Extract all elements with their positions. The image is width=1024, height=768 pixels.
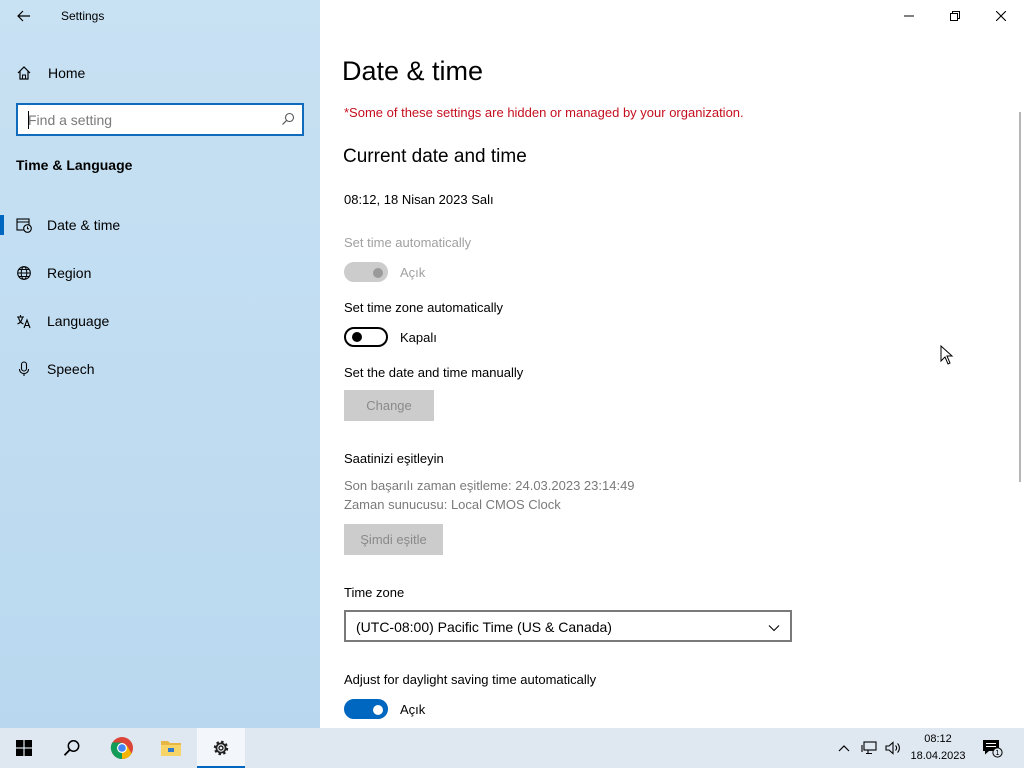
- minimize-icon: [904, 15, 914, 17]
- settings-taskbar-button[interactable]: [197, 728, 245, 768]
- sidebar-item-label: Date & time: [47, 217, 121, 233]
- chevron-down-icon: [768, 620, 780, 638]
- start-button[interactable]: [0, 728, 48, 768]
- last-sync-text: Son başarılı zaman eşitleme: 24.03.2023 …: [344, 478, 635, 493]
- back-button[interactable]: [8, 4, 40, 28]
- time-zone-value: (UTC-08:00) Pacific Time (US & Canada): [356, 619, 612, 635]
- set-tz-auto-label: Set time zone automatically: [344, 300, 503, 315]
- time-zone-dropdown[interactable]: (UTC-08:00) Pacific Time (US & Canada): [344, 610, 792, 642]
- home-icon: [16, 64, 34, 82]
- restore-icon: [950, 11, 960, 21]
- search-icon: [63, 740, 80, 756]
- navigation-pane: Settings Home Find a setting Time & Lang…: [0, 0, 320, 728]
- chrome-taskbar-button[interactable]: [98, 728, 146, 768]
- clock-time: 08:12: [924, 733, 952, 745]
- action-center-button[interactable]: 1: [978, 728, 1006, 768]
- time-server-text: Zaman sunucusu: Local CMOS Clock: [344, 497, 561, 512]
- taskbar: 08:12 18.04.2023 1: [0, 728, 1024, 768]
- file-explorer-taskbar-button[interactable]: [147, 728, 195, 768]
- volume-icon: [885, 741, 900, 755]
- app-title: Settings: [61, 9, 105, 23]
- globe-icon: [16, 265, 32, 281]
- sidebar-item-region[interactable]: Region: [0, 253, 320, 293]
- restore-button[interactable]: [932, 0, 978, 32]
- sidebar-item-label: Speech: [47, 361, 95, 377]
- sidebar-item-label: Region: [47, 265, 92, 281]
- dst-state: Açık: [400, 702, 426, 717]
- sidebar-item-date-time[interactable]: Date & time: [0, 205, 320, 245]
- close-button[interactable]: [978, 0, 1024, 32]
- minimize-button[interactable]: [886, 0, 932, 32]
- set-tz-auto-toggle[interactable]: [344, 327, 388, 347]
- date-time-icon: [16, 217, 32, 233]
- page-title: Date & time: [342, 56, 484, 86]
- search-placeholder: Find a setting: [28, 112, 113, 128]
- manual-date-time-label: Set the date and time manually: [344, 365, 524, 380]
- selected-indicator: [0, 215, 4, 235]
- set-time-auto-label: Set time automatically: [344, 235, 472, 250]
- dst-toggle[interactable]: [344, 699, 388, 719]
- toggle-knob: [352, 332, 362, 342]
- search-icon[interactable]: [281, 112, 295, 131]
- notification-count: 1: [995, 749, 999, 757]
- sidebar-item-label: Language: [47, 313, 110, 329]
- language-icon: [16, 313, 32, 329]
- close-icon: [996, 11, 1006, 21]
- home-label: Home: [48, 65, 86, 81]
- mouse-cursor-icon: [940, 344, 954, 370]
- set-time-auto-toggle: [344, 262, 388, 282]
- org-managed-warning: *Some of these settings are hidden or ma…: [344, 105, 744, 120]
- sidebar-item-speech[interactable]: Speech: [0, 349, 320, 389]
- settings-search-input[interactable]: Find a setting: [16, 103, 304, 136]
- taskbar-search-button[interactable]: [48, 728, 96, 768]
- sidebar-item-language[interactable]: Language: [0, 301, 320, 341]
- scrollbar[interactable]: [1019, 112, 1021, 482]
- windows-start-icon: [16, 740, 32, 756]
- sync-heading: Saatinizi eşitleyin: [344, 451, 444, 466]
- toggle-knob: [373, 705, 383, 715]
- home-link[interactable]: Home: [16, 60, 85, 86]
- back-arrow-icon: [17, 10, 30, 22]
- current-date-time-heading: Current date and time: [343, 146, 527, 167]
- toggle-knob: [373, 268, 383, 278]
- network-icon: [861, 741, 877, 755]
- notification-icon: 1: [983, 740, 1003, 758]
- settings-gear-icon: [213, 740, 229, 756]
- title-bar: Settings: [0, 0, 320, 32]
- show-hidden-icons-button[interactable]: [834, 728, 854, 768]
- change-button: Change: [344, 390, 434, 421]
- set-time-auto-state: Açık: [400, 265, 426, 280]
- time-zone-label: Time zone: [344, 585, 405, 600]
- network-button[interactable]: [858, 728, 880, 768]
- current-date-time-value: 08:12, 18 Nisan 2023 Salı: [344, 192, 494, 207]
- chevron-up-icon: [838, 745, 850, 752]
- dst-label: Adjust for daylight saving time automati…: [344, 672, 597, 687]
- section-title: Time & Language: [16, 157, 133, 173]
- chrome-icon: [110, 737, 133, 759]
- clock-date: 18.04.2023: [910, 750, 966, 762]
- microphone-icon: [16, 361, 32, 377]
- set-tz-auto-state: Kapalı: [400, 330, 437, 345]
- sync-now-button: Şimdi eşitle: [344, 524, 443, 555]
- taskbar-clock[interactable]: 08:12 18.04.2023: [900, 731, 976, 765]
- file-explorer-icon: [161, 741, 181, 756]
